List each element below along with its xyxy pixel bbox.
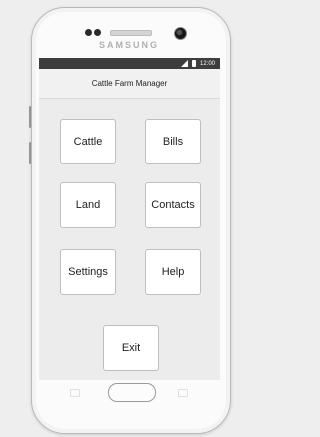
home-button[interactable] <box>108 383 156 402</box>
app-title: Cattle Farm Manager <box>91 79 168 88</box>
proximity-sensor <box>85 29 92 36</box>
settings-button[interactable]: Settings <box>60 249 116 295</box>
help-button[interactable]: Help <box>145 249 201 295</box>
land-button[interactable]: Land <box>60 182 116 228</box>
status-bar: 12:00 <box>39 58 220 69</box>
back-icon[interactable] <box>178 389 188 397</box>
cattle-button[interactable]: Cattle <box>60 119 116 164</box>
device-brand: SAMSUNG <box>98 40 159 50</box>
front-camera-icon <box>174 27 187 40</box>
light-sensor <box>94 29 101 36</box>
app-bar: Cattle Farm Manager <box>39 69 220 99</box>
earpiece-speaker <box>110 30 152 36</box>
contacts-button[interactable]: Contacts <box>145 182 201 228</box>
signal-icon <box>180 60 188 67</box>
screen: 12:00 Cattle Farm Manager Cattle Bills L… <box>39 58 220 380</box>
battery-icon <box>191 60 196 67</box>
recent-apps-icon[interactable] <box>70 389 80 397</box>
bills-button[interactable]: Bills <box>145 119 201 164</box>
exit-button[interactable]: Exit <box>103 325 159 371</box>
status-time: 12:00 <box>199 60 215 67</box>
